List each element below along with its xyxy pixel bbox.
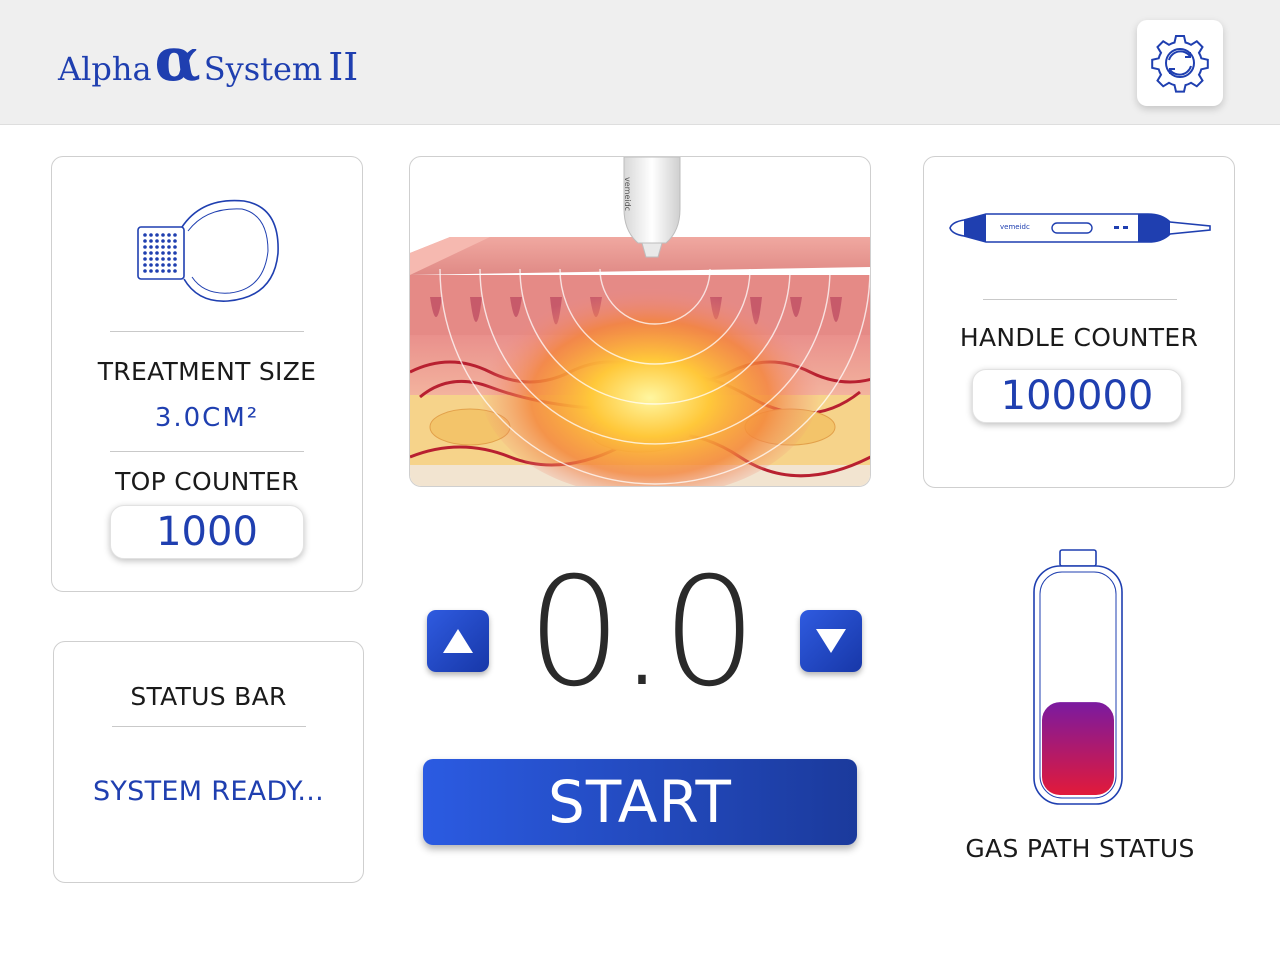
power-value-display: 0.0 [526,546,758,720]
treatment-size-value: 3.0CM² [154,403,260,433]
treatment-tip-icon [137,199,279,302]
status-bar-label: STATUS BAR [130,682,287,711]
status-message: SYSTEM READY... [92,776,325,807]
top-counter-label: TOP COUNTER [115,467,299,496]
handle-device-icon [949,213,1211,243]
top-counter-value: 1000 [110,505,304,559]
status-divider [112,726,306,727]
treatment-size-label: TREATMENT SIZE [97,357,317,386]
logo-word-system: System [203,50,323,88]
handle-counter-label: HANDLE COUNTER [959,323,1199,352]
header-bar: Alpha α System II [0,0,1280,125]
handle-divider [983,299,1177,300]
triangle-up-icon [443,629,473,653]
gas-level-gauge [1033,549,1123,805]
gas-path-status-label: GAS PATH STATUS [965,834,1195,863]
treatment-divider-mid [110,451,304,452]
skin-illustration: vemeidc [409,156,871,487]
increase-button[interactable] [427,610,489,672]
gas-level-fill [1042,702,1114,795]
probe-brand-text: vemeidc [623,177,632,212]
triangle-down-icon [816,629,846,653]
treatment-divider-top [110,331,304,332]
treatment-card: TREATMENT SIZE 3.0CM² TOP COUNTER 1000 [51,156,363,592]
skin-cross-section-image [410,157,870,486]
decrease-button[interactable] [800,610,862,672]
handle-card: vemeidc HANDLE COUNTER 100000 [923,156,1235,488]
handle-brand-text: vemeidc [1000,223,1030,231]
start-button[interactable]: START [423,759,857,845]
logo-word-alpha: Alpha [58,50,152,88]
logo-alpha-symbol: α [154,25,201,95]
gear-icon [1151,35,1209,93]
status-card: STATUS BAR SYSTEM READY... [53,641,364,883]
logo-numeral: II [328,45,359,89]
settings-button[interactable] [1137,20,1223,106]
app-logo: Alpha α System II [58,25,359,95]
handle-counter-value: 100000 [972,369,1182,423]
